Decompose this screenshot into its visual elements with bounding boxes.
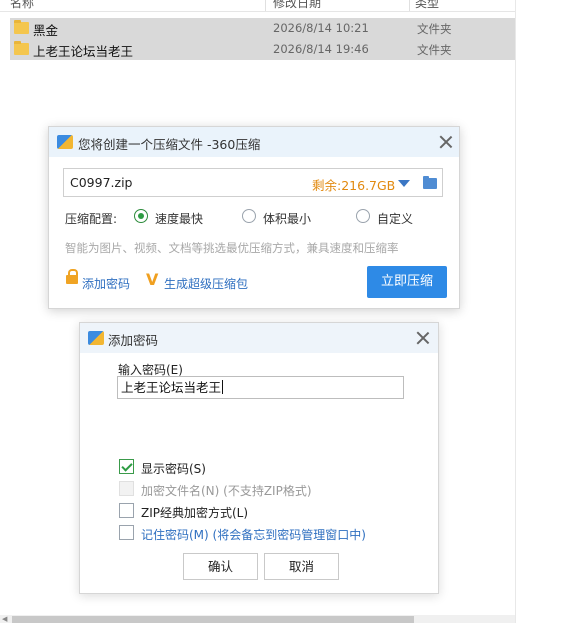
radio-smallest-label[interactable]: 体积最小 xyxy=(263,210,311,227)
file-row[interactable]: 黑金 2026/8/14 10:21 文件夹 xyxy=(10,18,515,39)
file-name: 黑金 xyxy=(33,23,59,38)
output-filename[interactable]: C0997.zip xyxy=(70,175,132,190)
password-input[interactable]: 上老王论坛当老王 xyxy=(117,376,404,399)
password-value: 上老王论坛当老王 xyxy=(121,380,222,395)
radio-custom[interactable] xyxy=(356,209,370,223)
compress-now-button[interactable]: 立即压缩 xyxy=(367,266,447,298)
add-password-dialog: 添加密码 输入密码(E) 上老王论坛当老王 显示密码(S) 加密文件名(N) (… xyxy=(79,322,439,594)
remember-password-checkbox[interactable] xyxy=(119,525,134,540)
compress-config-label: 压缩配置: xyxy=(65,212,118,226)
close-icon[interactable] xyxy=(415,330,431,346)
output-file-field[interactable]: C0997.zip 剩余:216.7GB xyxy=(63,168,443,197)
column-date-header[interactable]: 修改日期 xyxy=(273,0,321,11)
cancel-button[interactable]: 取消 xyxy=(264,553,339,580)
text-caret xyxy=(222,380,224,394)
show-password-checkbox[interactable] xyxy=(119,459,134,474)
encrypt-filename-checkbox xyxy=(119,481,134,496)
zip-classic-encryption-label[interactable]: ZIP经典加密方式(L) xyxy=(141,504,248,521)
pane-divider xyxy=(515,0,516,623)
browse-folder-icon[interactable] xyxy=(423,176,437,189)
column-name-header[interactable]: 名称 xyxy=(10,0,34,11)
ok-button[interactable]: 确认 xyxy=(183,553,258,580)
file-row[interactable]: 上老王论坛当老王 2026/8/14 19:46 文件夹 xyxy=(10,39,515,60)
folder-icon xyxy=(14,41,29,55)
compress-hint: 智能为图片、视频、文档等挑选最优压缩方式，兼具速度和压缩率 xyxy=(65,241,399,255)
radio-fastest[interactable] xyxy=(134,209,148,223)
file-list-header: 名称 修改日期 类型 xyxy=(0,0,515,12)
file-type: 文件夹 xyxy=(417,22,452,36)
dialog-title: 您将创建一个压缩文件 -360压缩 xyxy=(78,137,261,152)
lock-icon xyxy=(66,269,78,284)
encrypt-filename-label: 加密文件名(N) (不支持ZIP格式) xyxy=(141,484,312,498)
close-icon[interactable] xyxy=(438,134,454,150)
radio-smallest[interactable] xyxy=(242,209,256,223)
360zip-app-icon xyxy=(57,135,73,149)
folder-icon xyxy=(14,20,29,34)
360zip-app-icon xyxy=(88,331,104,345)
dialog-title: 添加密码 xyxy=(108,333,159,348)
column-type-header[interactable]: 类型 xyxy=(415,0,439,11)
radio-fastest-label[interactable]: 速度最快 xyxy=(155,210,203,227)
super-package-link[interactable]: 生成超级压缩包 xyxy=(164,275,248,292)
chevron-down-icon[interactable] xyxy=(398,180,410,187)
file-name: 上老王论坛当老王 xyxy=(33,44,134,59)
file-date: 2026/8/14 10:21 xyxy=(273,21,369,35)
scrollbar-thumb[interactable] xyxy=(12,616,414,623)
add-password-link[interactable]: 添加密码 xyxy=(82,275,130,292)
dialog-titlebar[interactable]: 添加密码 xyxy=(80,323,438,353)
file-type: 文件夹 xyxy=(417,43,452,57)
remember-password-label[interactable]: 记住密码(M) (将会备忘到密码管理窗口中) xyxy=(141,526,366,543)
dialog-titlebar[interactable]: 您将创建一个压缩文件 -360压缩 xyxy=(49,127,459,157)
zip-classic-encryption-checkbox[interactable] xyxy=(119,503,134,518)
show-password-label[interactable]: 显示密码(S) xyxy=(141,460,206,477)
compress-dialog: 您将创建一个压缩文件 -360压缩 C0997.zip 剩余:216.7GB 压… xyxy=(48,126,460,309)
radio-custom-label[interactable]: 自定义 xyxy=(377,210,413,227)
remaining-space: 剩余:216.7GB xyxy=(312,178,396,193)
column-separator[interactable] xyxy=(409,0,410,11)
scroll-left-arrow-icon[interactable]: ◀ xyxy=(2,615,7,623)
file-date: 2026/8/14 19:46 xyxy=(273,42,369,56)
column-separator[interactable] xyxy=(265,0,266,11)
vip-v-icon: V xyxy=(146,270,159,289)
